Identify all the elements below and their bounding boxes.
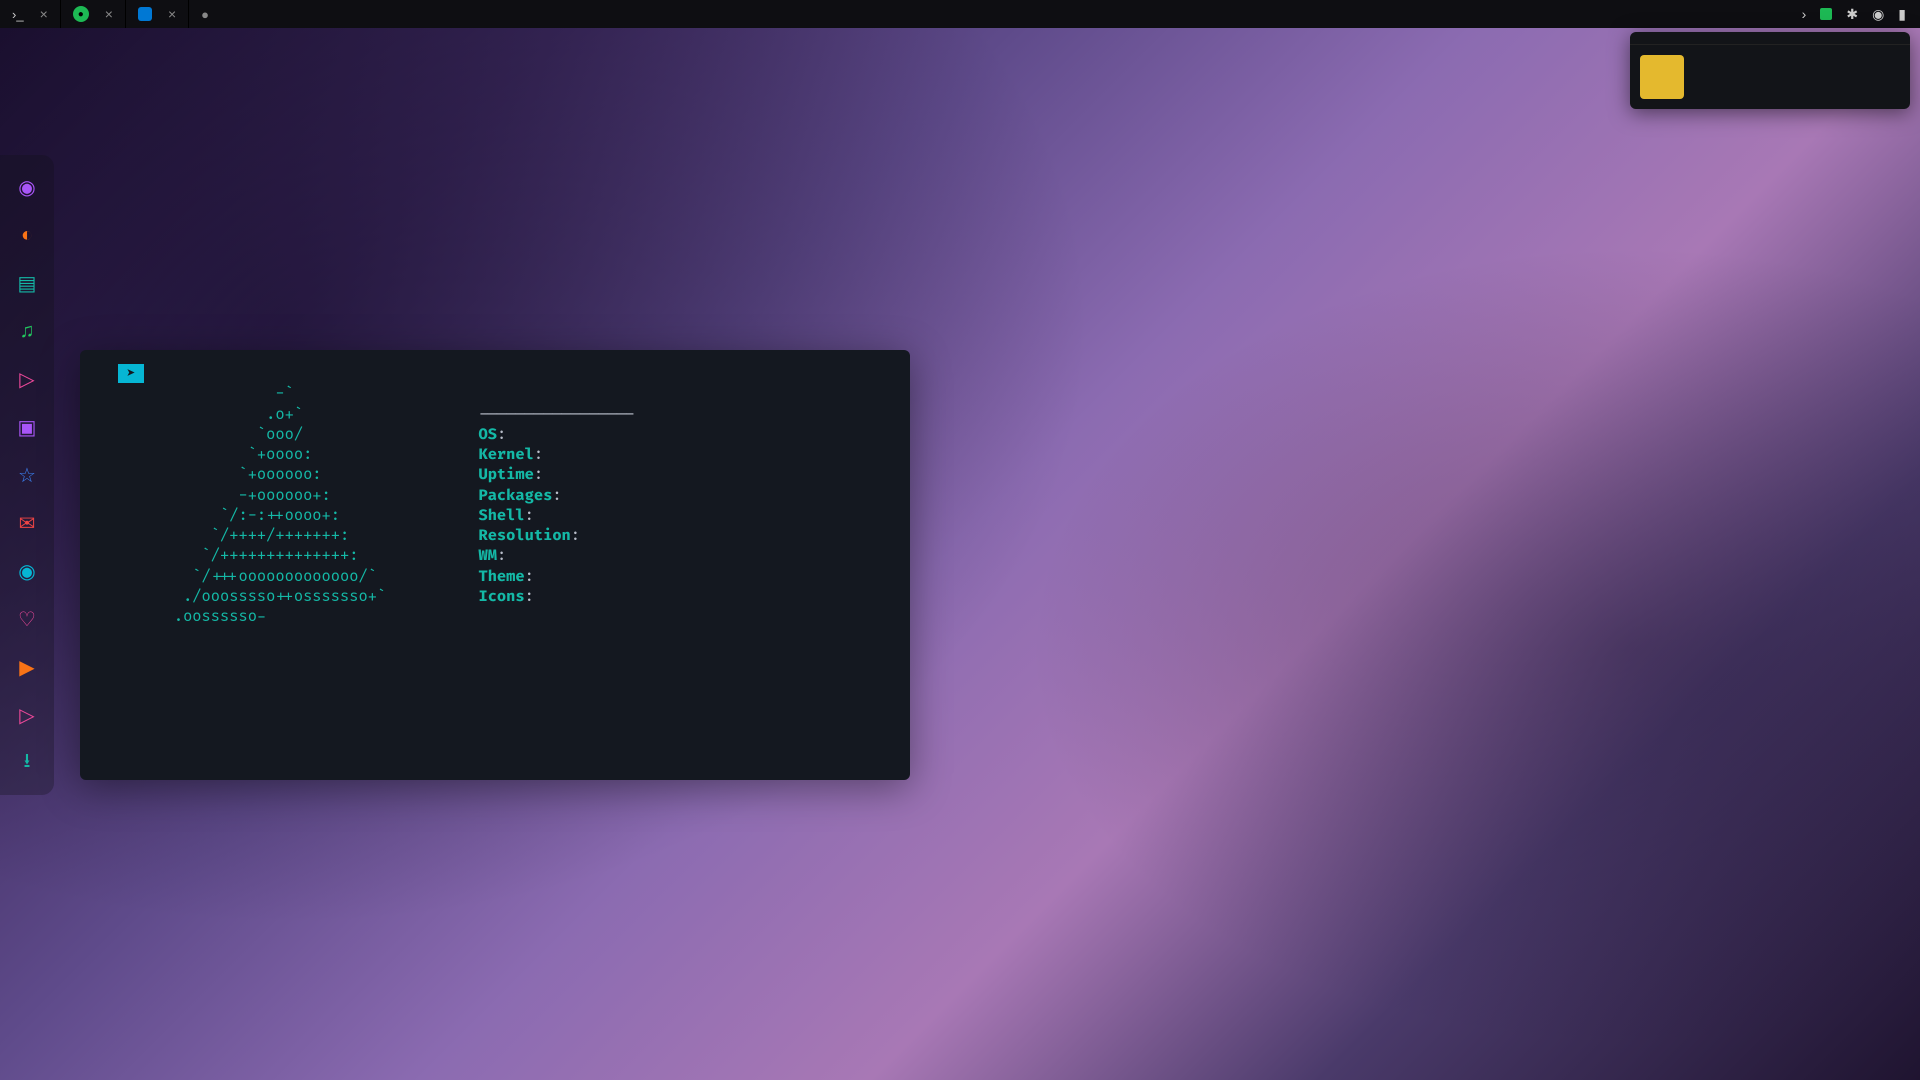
terminal-icon: ›_ [12, 7, 24, 22]
window-tabs: ›_ × ● × × ● [0, 0, 1788, 28]
album-art-icon [1640, 55, 1684, 99]
bluetooth-icon[interactable]: ✱ [1846, 6, 1858, 23]
close-icon[interactable]: × [168, 6, 176, 22]
tab-empty[interactable]: ● [189, 0, 221, 28]
close-icon[interactable]: × [105, 6, 113, 22]
vscode-icon [138, 7, 152, 21]
music-notification[interactable] [1630, 32, 1910, 109]
left-dock: ◉ ◐ ▤ ♫ ▷ ▣ ☆ ✉ ◉ ♡ ▶ ▷ ⭳ [0, 155, 54, 795]
folder-download-icon[interactable]: ⭳ [13, 749, 41, 777]
tab-terminal[interactable]: ›_ × [0, 0, 61, 28]
battery-icon[interactable]: ▮ [1898, 6, 1906, 23]
terminal-window[interactable]: ➤ -` .o+` ----------------- `ooo/ OS: `+… [80, 350, 910, 780]
system-tray: › ✱ ◉ ▮ [1788, 6, 1920, 23]
tab-vscode[interactable]: × [126, 0, 189, 28]
prompt-arrow-icon: ➤ [118, 364, 143, 383]
spotify-icon: ● [73, 6, 89, 22]
top-panel: ›_ × ● × × ● › ✱ ◉ ▮ [0, 0, 1920, 28]
circle-icon: ● [201, 7, 209, 22]
disk-icon[interactable]: ▣ [13, 413, 41, 441]
star-icon[interactable]: ☆ [13, 461, 41, 489]
notes-icon[interactable]: ▤ [13, 269, 41, 297]
tab-spotify[interactable]: ● × [61, 0, 126, 28]
power-icon[interactable]: ◉ [13, 173, 41, 201]
firefox-icon[interactable]: ◐ [13, 221, 41, 249]
wifi-icon[interactable]: ◉ [1872, 6, 1884, 23]
notification-title [1630, 32, 1910, 45]
folder-music-icon[interactable]: ♫ [13, 317, 41, 345]
folder-video-icon[interactable]: ▷ [13, 701, 41, 729]
ascii-logo: -` [100, 384, 478, 403]
tray-app-icon[interactable] [1820, 8, 1832, 20]
spotify-dock-icon[interactable]: ◉ [13, 557, 41, 585]
expand-icon[interactable]: › [1802, 6, 1807, 22]
close-icon[interactable]: × [40, 6, 48, 22]
play-icon[interactable]: ▷ [13, 365, 41, 393]
folder-arrow-icon[interactable]: ▶ [13, 653, 41, 681]
folder-heart-icon[interactable]: ♡ [13, 605, 41, 633]
mail-icon[interactable]: ✉ [13, 509, 41, 537]
